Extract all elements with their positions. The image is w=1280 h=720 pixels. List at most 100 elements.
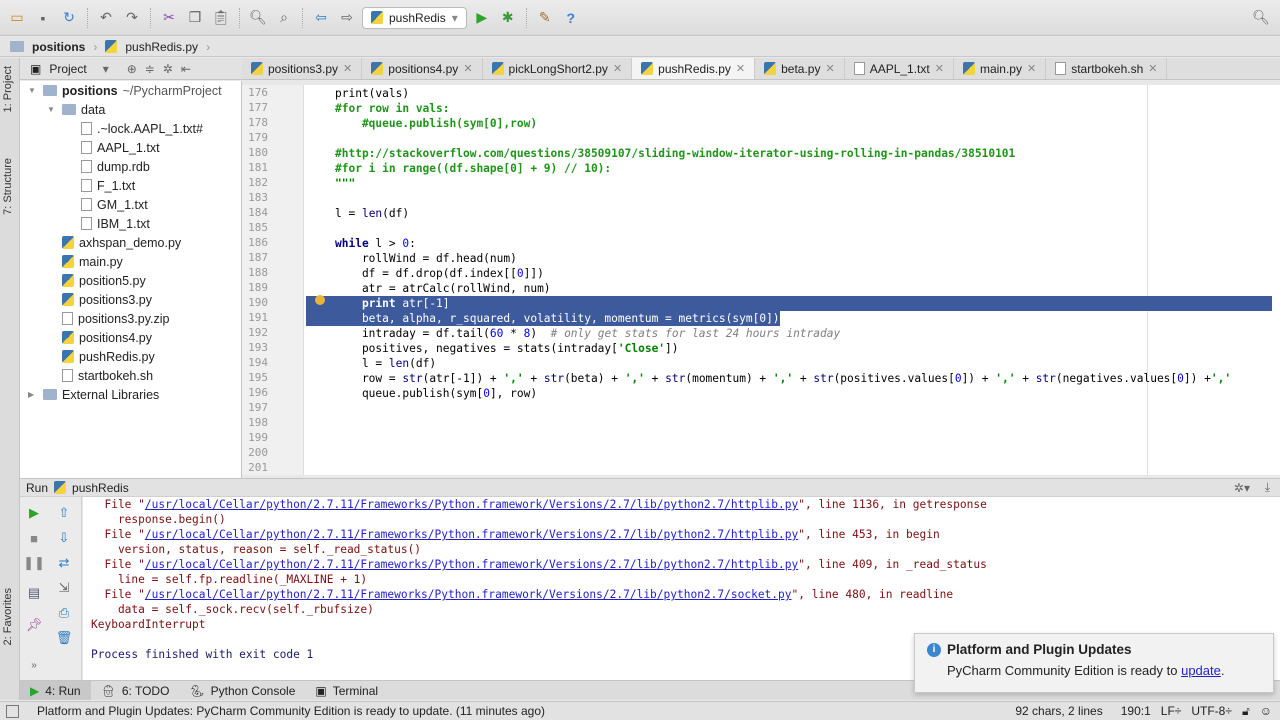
tree-item[interactable]: GM_1.txt xyxy=(20,195,241,214)
debug-icon[interactable]: ✱ xyxy=(497,7,519,29)
code-line[interactable] xyxy=(306,461,335,475)
forward-icon[interactable]: ⇨ xyxy=(336,7,358,29)
line-separator[interactable]: LF÷ xyxy=(1161,704,1182,718)
code-line[interactable] xyxy=(306,446,335,461)
scroll-to-end-icon[interactable]: ⇲ xyxy=(56,580,72,596)
expanded-arrow-icon[interactable]: ▼ xyxy=(47,105,57,114)
hide-panel-icon[interactable]: ⤓ xyxy=(1265,480,1270,495)
code-line[interactable]: intraday = df.tail(60 * 8) # only get st… xyxy=(306,326,840,341)
close-icon[interactable]: ✕ xyxy=(343,62,352,75)
trash-icon[interactable]: 🗑︎ xyxy=(56,630,73,646)
breadcrumb-item[interactable]: pushRedis.py xyxy=(125,40,198,54)
bottom-tab-4-run[interactable]: ▶ 4: Run xyxy=(20,681,91,700)
tab-startbokeh-sh[interactable]: startbokeh.sh ✕ xyxy=(1046,58,1168,79)
print-icon[interactable]: ⎙ xyxy=(56,605,72,621)
find-icon[interactable]: 🔍︎ xyxy=(247,7,269,29)
stop-icon[interactable]: ■ xyxy=(26,530,42,546)
code-line[interactable] xyxy=(306,131,335,146)
undo-icon[interactable]: ↶ xyxy=(95,7,117,29)
traceback-link[interactable]: /usr/local/Cellar/python/2.7.11/Framewor… xyxy=(145,588,792,601)
update-notification[interactable]: i Platform and Plugin Updates PyCharm Co… xyxy=(914,633,1274,693)
close-icon[interactable]: ✕ xyxy=(736,62,745,75)
tree-item[interactable]: axhspan_demo.py xyxy=(20,233,241,252)
tab-beta-py[interactable]: beta.py ✕ xyxy=(755,58,845,79)
tree-item[interactable]: AAPL_1.txt xyxy=(20,138,241,157)
run-icon[interactable]: ▶ xyxy=(471,7,493,29)
code-line[interactable] xyxy=(306,401,335,416)
back-icon[interactable]: ⇦ xyxy=(310,7,332,29)
code-line[interactable] xyxy=(306,221,335,236)
close-icon[interactable]: ✕ xyxy=(1027,62,1036,75)
copy-icon[interactable]: ❐ xyxy=(184,7,206,29)
tree-item[interactable]: ▼ data xyxy=(20,100,241,119)
run-config-dropdown[interactable]: pushRedis ▾ xyxy=(362,6,467,29)
code-line[interactable]: while l > 0: xyxy=(306,236,416,251)
bottom-tab-python-console[interactable]: 🐍︎ Python Console xyxy=(179,681,305,700)
code-editor[interactable]: 176 177 178 179 180 181 182 183 184 185 186 187 188 1… xyxy=(242,85,1280,475)
tab-pushredis-py[interactable]: pushRedis.py ✕ xyxy=(632,58,756,79)
code-line[interactable]: #for row in vals: xyxy=(306,101,450,116)
code-line[interactable] xyxy=(306,431,335,446)
code-line[interactable]: beta, alpha, r_squared, volatility, mome… xyxy=(306,311,780,326)
tree-item[interactable]: pushRedis.py xyxy=(20,347,241,366)
soft-wrap-icon[interactable]: ⇄ xyxy=(56,555,72,571)
tree-item[interactable]: position5.py xyxy=(20,271,241,290)
close-icon[interactable]: ✕ xyxy=(1148,62,1157,75)
layout-icon[interactable]: ▤ xyxy=(26,585,42,601)
tree-item[interactable]: positions3.py xyxy=(20,290,241,309)
up-arrow-icon[interactable]: ⇧ xyxy=(56,505,72,521)
code-line[interactable] xyxy=(306,191,335,206)
expanded-arrow-icon[interactable]: ▼ xyxy=(28,86,38,95)
more-icon[interactable]: » xyxy=(26,657,42,673)
encoding[interactable]: UTF-8÷ xyxy=(1191,704,1232,718)
locate-icon[interactable]: ⊕ xyxy=(127,62,137,76)
tree-item[interactable]: IBM_1.txt xyxy=(20,214,241,233)
code-line[interactable]: atr = atrCalc(rollWind, num) xyxy=(306,281,551,296)
tree-item[interactable]: ▶ External Libraries xyxy=(20,385,241,404)
code-line[interactable]: l = len(df) xyxy=(306,356,436,371)
code-line[interactable]: #http://stackoverflow.com/questions/3850… xyxy=(306,146,1015,161)
traceback-link[interactable]: /usr/local/Cellar/python/2.7.11/Framewor… xyxy=(145,528,798,541)
inspector-icon[interactable]: ☺ xyxy=(1260,704,1272,718)
code-line[interactable]: df = df.drop(df.index[[0]]) xyxy=(306,266,544,281)
pin-icon[interactable]: 📌︎ xyxy=(26,617,43,633)
code-line[interactable]: positives, negatives = stats(intraday['C… xyxy=(306,341,679,356)
tab-positions4-py[interactable]: positions4.py ✕ xyxy=(362,58,483,79)
replace-icon[interactable]: ⌕ xyxy=(273,7,295,29)
code-line[interactable]: queue.publish(sym[0], row) xyxy=(306,386,537,401)
toggle-tool-windows-icon[interactable] xyxy=(6,704,19,718)
tab-picklongshort2-py[interactable]: pickLongShort2.py ✕ xyxy=(483,58,633,79)
status-message[interactable]: Platform and Plugin Updates: PyCharm Com… xyxy=(37,704,545,718)
search-everywhere-icon[interactable]: 🔍︎ xyxy=(1250,7,1272,29)
code-line[interactable]: #for i in range((df.shape[0] + 9) // 10)… xyxy=(306,161,611,176)
intention-bulb-icon[interactable] xyxy=(315,295,325,305)
breadcrumb-item[interactable]: positions xyxy=(32,40,85,54)
tree-item[interactable]: ▼ positions ~/PycharmProject xyxy=(20,81,241,100)
save-icon[interactable]: ▪ xyxy=(32,7,54,29)
close-icon[interactable]: ✕ xyxy=(463,62,472,75)
tree-item[interactable]: .~lock.AAPL_1.txt# xyxy=(20,119,241,138)
tab-aapl_1-txt[interactable]: AAPL_1.txt ✕ xyxy=(845,58,954,79)
collapsed-arrow-icon[interactable]: ▶ xyxy=(28,390,38,399)
open-folder-icon[interactable]: ▭ xyxy=(6,7,28,29)
collapse-icon[interactable]: ≑ xyxy=(145,62,155,76)
pause-icon[interactable]: ❚❚ xyxy=(23,555,45,571)
paste-icon[interactable]: 📋︎ xyxy=(210,7,232,29)
close-icon[interactable]: ✕ xyxy=(825,62,834,75)
project-tool-button[interactable]: 1: Project xyxy=(2,66,14,112)
tab-main-py[interactable]: main.py ✕ xyxy=(954,58,1047,79)
hide-icon[interactable]: ⇤ xyxy=(181,62,191,76)
cut-icon[interactable]: ✂ xyxy=(158,7,180,29)
code-line[interactable]: """ xyxy=(306,176,355,191)
gear-icon[interactable]: ✲▾ xyxy=(1234,481,1250,495)
caret-position[interactable]: 190:1 xyxy=(1121,704,1151,718)
help-icon[interactable]: ? xyxy=(560,7,582,29)
redo-icon[interactable]: ↷ xyxy=(121,7,143,29)
close-icon[interactable]: ✕ xyxy=(613,62,622,75)
run-tab[interactable]: pushRedis xyxy=(72,481,129,495)
traceback-link[interactable]: /usr/local/Cellar/python/2.7.11/Framewor… xyxy=(145,558,798,571)
tree-item[interactable]: positions4.py xyxy=(20,328,241,347)
favorites-tool-button[interactable]: 2: Favorites xyxy=(2,588,14,645)
code-line[interactable]: l = len(df) xyxy=(306,206,409,221)
code-line[interactable]: row = str(atr[-1]) + ',' + str(beta) + '… xyxy=(306,371,1231,386)
